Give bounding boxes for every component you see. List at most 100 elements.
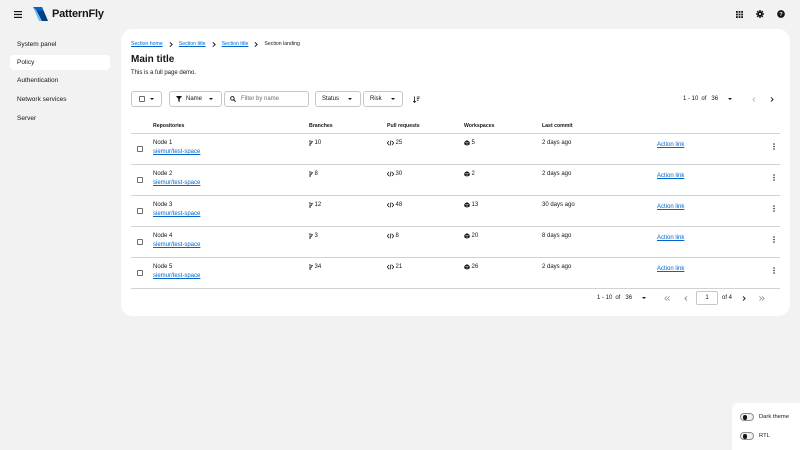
workspaces-value: 20 [471,233,479,239]
row-checkbox[interactable] [137,208,143,214]
last-commit-value: 30 days ago [542,202,575,208]
switch-knob [742,434,747,439]
last-commit-value: 2 days ago [542,140,572,146]
search-placeholder: Filter by name [241,96,280,102]
sort-icon[interactable] [410,93,422,105]
branches-cell: 12 [309,202,321,208]
action-link[interactable]: Action link [657,173,684,179]
pagination-range: 1 - 10 [683,96,699,102]
sidebar: System panel Policy Authentication Netwo… [0,29,118,450]
risk-dropdown[interactable]: Risk [363,91,403,107]
pull-requests-value: 8 [395,233,399,239]
chevron-right-icon[interactable] [738,292,750,304]
row-checkbox[interactable] [137,177,143,183]
caret-down-icon[interactable] [728,98,733,100]
chevron-right-icon[interactable] [766,93,778,105]
code-icon [387,171,394,177]
caret-down-icon[interactable] [642,297,647,299]
repo-link[interactable]: siemur/test-space [153,180,200,186]
sidebar-item-system-panel[interactable]: System panel [10,37,110,52]
gear-icon[interactable] [754,8,766,20]
sidebar-item-policy[interactable]: Policy [10,55,110,70]
filter-attribute-dropdown[interactable]: Name [169,91,222,107]
sidebar-item-authentication[interactable]: Authentication [10,73,110,88]
chevron-right-icon [254,41,259,47]
action-link[interactable]: Action link [657,266,684,272]
chevron-left-icon[interactable] [680,292,692,304]
brand-logo[interactable]: PatternFly [32,6,104,22]
breadcrumb-link-section-title-2[interactable]: Section title [222,41,249,47]
sidebar-item-network-services[interactable]: Network services [10,92,110,107]
code-icon [387,202,394,208]
menu-icon[interactable] [12,8,24,20]
branches-cell: 34 [309,264,321,270]
help-icon[interactable]: ? [775,8,787,20]
repo-link[interactable]: siemur/test-space [153,273,200,279]
code-branch-icon [309,202,313,208]
chevron-left-icon[interactable] [748,93,760,105]
main-content: Section home Section title Section title… [121,29,790,316]
search-input[interactable]: Filter by name [224,91,309,107]
action-link[interactable]: Action link [657,204,684,210]
kebab-icon[interactable] [772,141,776,151]
bulk-select-checkbox[interactable] [139,96,145,102]
kebab-icon[interactable] [772,265,776,275]
branches-value: 8 [314,171,318,177]
grid-icon[interactable] [733,8,745,20]
kebab-icon[interactable] [772,172,776,182]
repo-link[interactable]: siemur/test-space [153,149,200,155]
repo-link[interactable]: siemur/test-space [153,211,200,217]
table-header: Repositories Branches Pull requests Work… [131,119,780,134]
pagination-of: of [615,295,621,301]
workspaces-cell: 26 [464,264,478,270]
caret-down-icon [209,98,213,100]
pull-requests-value: 48 [395,202,403,208]
dark-theme-label: Dark theme [759,414,789,420]
chevron-right-icon [169,41,173,47]
bulk-select-dropdown[interactable] [131,91,162,107]
pagination-total: 36 [711,96,719,102]
page-title: Main title [131,54,175,65]
pagination-range: 1 - 10 [597,295,613,301]
code-icon [387,264,394,270]
status-dropdown[interactable]: Status [315,91,361,107]
rtl-switch[interactable] [740,432,754,440]
action-link[interactable]: Action link [657,142,684,148]
patternfly-logo-icon [33,7,48,21]
row-checkbox[interactable] [137,270,143,276]
pull-requests-cell: 25 [387,140,402,146]
dark-theme-switch[interactable] [740,413,754,421]
caret-down-icon [391,98,395,100]
column-header-repositories: Repositories [153,123,185,129]
branches-value: 34 [314,264,322,270]
dark-theme-toggle[interactable]: Dark theme [740,412,789,422]
repo-link[interactable]: siemur/test-space [153,242,200,248]
page-number-input[interactable]: 1 [696,291,718,305]
filter-icon [176,96,182,102]
workspaces-cell: 20 [464,233,478,239]
last-commit-value: 2 days ago [542,264,572,270]
pagination-bottom[interactable]: 1 - 10 of 36 [597,291,647,305]
caret-down-icon [348,98,352,100]
pagination-top[interactable]: 1 - 10 of 36 [683,93,733,105]
workspaces-cell: 13 [464,202,478,208]
cube-icon [464,140,470,146]
sidebar-item-server[interactable]: Server [10,111,110,126]
breadcrumb-link-section-home[interactable]: Section home [131,41,163,47]
brand-name: PatternFly [52,8,104,20]
row-checkbox[interactable] [137,239,143,245]
breadcrumb-link-section-title[interactable]: Section title [179,41,206,47]
repo-name: Node 2 [153,171,173,177]
kebab-icon[interactable] [772,234,776,244]
last-page-icon[interactable] [756,292,768,304]
table-row: Node 3 siemur/test-space 12 48 13 30 day… [131,196,780,227]
repo-name: Node 3 [153,202,173,208]
rtl-toggle[interactable]: RTL [740,431,770,441]
kebab-icon[interactable] [772,203,776,213]
action-link[interactable]: Action link [657,235,684,241]
row-checkbox[interactable] [137,146,143,152]
risk-label: Risk [370,96,382,102]
pull-requests-value: 21 [395,264,403,270]
first-page-icon[interactable] [661,292,673,304]
code-icon [387,140,394,146]
